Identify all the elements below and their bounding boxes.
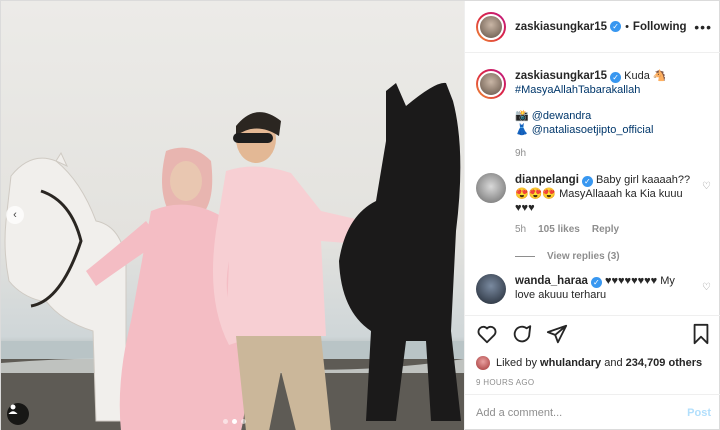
avatar[interactable]: [476, 274, 506, 304]
comment-username[interactable]: wanda_haraa: [515, 275, 588, 287]
verified-badge-icon: ✓: [590, 277, 602, 288]
add-comment-bar: Post: [465, 394, 720, 430]
mention-link[interactable]: @nataliasoetjipto_official: [532, 124, 654, 136]
photo-illustration: [1, 82, 464, 430]
mention-link[interactable]: @dewandra: [532, 110, 591, 122]
camera-emoji: 📸: [515, 110, 529, 122]
author-username[interactable]: zaskiasungkar15: [515, 21, 607, 33]
comment-text-line2: 😍😍😍 MasyAllaaah ka Kia kuuu: [515, 188, 683, 200]
post-actions: Liked by whulandary and 234,709 others 9…: [465, 315, 720, 387]
reply-button[interactable]: Reply: [592, 223, 619, 237]
more-options-icon[interactable]: •••: [694, 19, 712, 35]
carousel-dots: [223, 419, 246, 424]
carousel-dot: [223, 419, 228, 424]
tag-line-photographer: 📸 @dewandra: [515, 109, 667, 123]
share-icon[interactable]: [546, 323, 568, 350]
chevron-left-icon[interactable]: ‹: [6, 206, 24, 224]
tag-line-designer: 👗 @nataliasoetjipto_official: [515, 123, 667, 137]
comment-input[interactable]: [476, 407, 688, 419]
dress-emoji: 👗: [515, 124, 529, 136]
separator-dot: •: [625, 20, 629, 33]
verified-badge-icon: ✓: [581, 176, 593, 187]
liked-by-conj: and: [604, 357, 623, 369]
liked-by-others[interactable]: 234,709 others: [626, 357, 702, 369]
view-replies-button[interactable]: View replies (3): [515, 251, 711, 262]
liked-by-user[interactable]: whulandary: [540, 357, 601, 369]
comment-text-line3: ♥♥♥: [515, 202, 535, 214]
comment-username[interactable]: dianpelangi: [515, 174, 579, 186]
comment-text: ♥♥♥♥♥♥♥♥ My: [604, 275, 675, 287]
post-side-panel: zaskiasungkar15 ✓ • Following ••• zaskia…: [464, 1, 720, 430]
post-button[interactable]: Post: [687, 407, 711, 419]
post-caption: zaskiasungkar15 ✓ Kuda 🐴 #MasyaAllahTabar…: [476, 69, 711, 161]
caption-time[interactable]: 9h: [515, 147, 667, 161]
following-button[interactable]: Following: [633, 21, 687, 33]
liked-by-prefix: Liked by: [496, 357, 537, 369]
instagram-post-window: ‹ zaskiasungkar15 ✓ • Following ••• zask…: [0, 0, 720, 430]
comment-icon[interactable]: [511, 323, 533, 350]
caption-text: Kuda 🐴: [624, 70, 667, 82]
comment-likes[interactable]: 105 likes: [538, 223, 580, 237]
hashtag-link[interactable]: #MasyaAllahTabarakallah: [515, 83, 667, 97]
comment-text: Baby girl kaaaah??: [595, 174, 691, 186]
user-tag-icon[interactable]: [7, 403, 29, 425]
avatar[interactable]: [476, 69, 506, 99]
carousel-dot: [241, 419, 246, 424]
avatar[interactable]: [476, 11, 506, 42]
likes-summary: Liked by whulandary and 234,709 others: [476, 356, 711, 370]
comment-text-line2: love akuuu terharu: [515, 289, 607, 301]
divider: [515, 256, 535, 257]
heart-icon[interactable]: [476, 323, 498, 350]
comment-time[interactable]: 5h: [515, 223, 526, 237]
view-replies-label[interactable]: View replies (3): [547, 251, 620, 262]
avatar[interactable]: [476, 173, 506, 203]
verified-badge-icon: ✓: [610, 21, 622, 32]
comment-heart-icon[interactable]: ♡: [702, 282, 711, 293]
caption-username[interactable]: zaskiasungkar15: [515, 70, 607, 82]
post-header: zaskiasungkar15 ✓ • Following •••: [465, 1, 720, 53]
comment-item: wanda_haraa ✓ ♥♥♥♥♥♥♥♥ My love akuuu terh…: [476, 274, 711, 304]
bookmark-icon[interactable]: [691, 323, 711, 350]
comments-list[interactable]: zaskiasungkar15 ✓ Kuda 🐴 #MasyaAllahTabar…: [465, 53, 720, 315]
comment-item: dianpelangi ✓ Baby girl kaaaah?? 😍😍😍 Masy…: [476, 173, 711, 237]
comment-heart-icon[interactable]: ♡: [702, 181, 711, 192]
avatar[interactable]: [476, 356, 490, 370]
verified-badge-icon: ✓: [610, 72, 622, 83]
carousel-dot-active: [232, 419, 237, 424]
post-timestamp[interactable]: 9 HOURS AGO: [476, 378, 711, 387]
post-photo[interactable]: ‹: [1, 1, 464, 430]
